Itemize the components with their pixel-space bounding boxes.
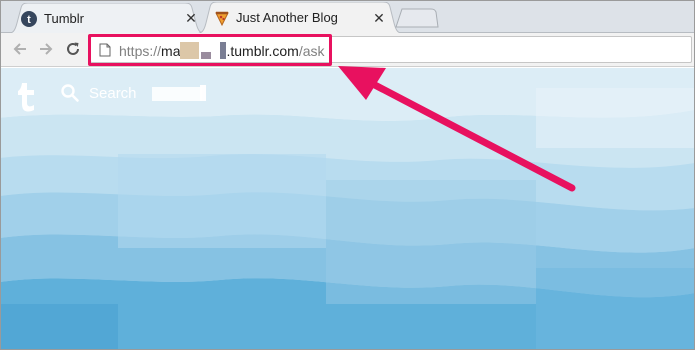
tab-title: Tumblr [44,11,84,26]
search-input[interactable]: Search [89,85,137,102]
svg-text:t: t [27,14,31,26]
tab-close-icon[interactable]: ✕ [370,9,388,27]
redaction-block [200,85,206,101]
back-arrow-icon [13,43,26,55]
pizza-favicon-icon [214,10,230,27]
tab-strip: t Tumblr ✕ Just Another Blog ✕ [0,0,695,34]
search-icon[interactable] [60,83,80,103]
reload-icon [67,42,79,55]
wave-background [0,68,695,350]
tab-title: Just Another Blog [236,10,338,25]
tab-just-another-blog[interactable]: Just Another Blog ✕ [194,2,406,34]
tumblr-logo-icon[interactable] [14,82,40,112]
reload-button[interactable] [61,37,85,61]
back-button[interactable] [8,37,32,61]
forward-arrow-icon [40,43,53,55]
url-highlight-box [88,34,332,66]
tumblr-page: Search [0,68,695,350]
redaction-block [152,87,202,101]
forward-button[interactable] [34,37,58,61]
tumblr-favicon-icon: t [21,11,37,27]
new-tab-button[interactable] [395,8,439,28]
tab-tumblr[interactable]: t Tumblr ✕ [5,3,208,34]
